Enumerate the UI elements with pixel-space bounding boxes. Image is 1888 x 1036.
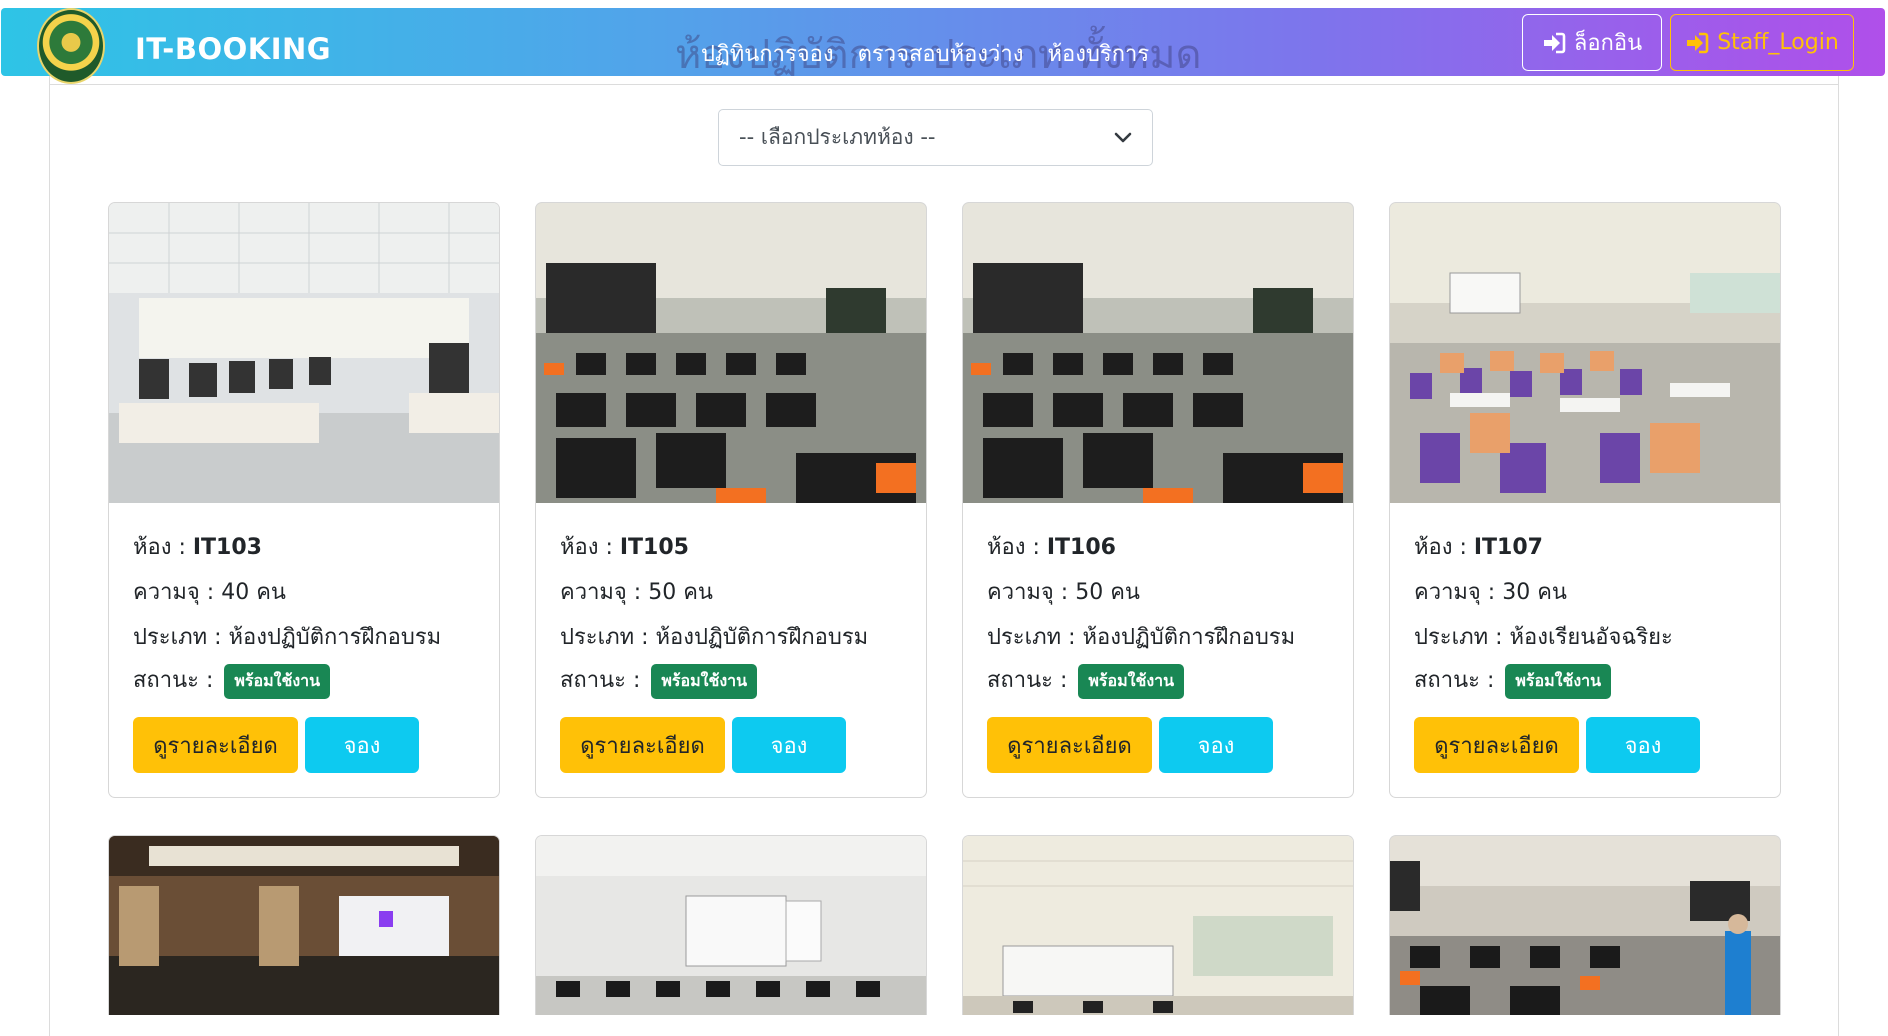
type-value: ห้องปฏิบัติการฝึกอบรม — [1082, 625, 1296, 650]
status-badge: พร้อมใช้งาน — [1078, 663, 1185, 699]
room-card — [108, 835, 500, 1015]
room-type: ประเภท : ห้องปฏิบัติการฝึกอบรม — [987, 619, 1295, 654]
capacity-label: ความจุ : — [987, 580, 1076, 605]
staff-login-label: Staff_Login — [1717, 30, 1839, 55]
login-label: ล็อกอิน — [1573, 31, 1643, 56]
room-status: สถานะ : พร้อมใช้งาน — [1414, 662, 1612, 699]
type-label: ประเภท : — [560, 625, 656, 650]
capacity-value: 40 คน — [221, 580, 286, 605]
room-photo — [1390, 203, 1780, 503]
sign-in-icon — [1543, 32, 1566, 53]
capacity-value: 50 คน — [1075, 580, 1140, 605]
book-button[interactable]: จอง — [305, 717, 419, 773]
capacity-label: ความจุ : — [1414, 580, 1503, 605]
room-type: ประเภท : ห้องปฏิบัติการฝึกอบรม — [560, 619, 868, 654]
room-card — [1389, 835, 1781, 1015]
status-label: สถานะ : — [987, 668, 1075, 693]
chevron-down-icon — [1114, 132, 1132, 142]
status-label: สถานะ : — [1414, 668, 1502, 693]
divider — [49, 84, 1839, 85]
capacity-label: ความจุ : — [560, 580, 649, 605]
type-value: ห้องเรียนอัจฉริยะ — [1509, 625, 1673, 650]
book-button[interactable]: จอง — [1586, 717, 1700, 773]
sign-in-icon — [1687, 32, 1709, 53]
room-value: IT103 — [192, 535, 262, 560]
room-photo — [963, 836, 1353, 1015]
room-card: ห้อง : IT103 ความจุ : 40 คน ประเภท : ห้อ… — [108, 202, 500, 798]
room-value: IT107 — [1473, 535, 1543, 560]
room-photo — [1390, 836, 1780, 1015]
status-label: สถานะ : — [560, 668, 648, 693]
status-badge: พร้อมใช้งาน — [1505, 663, 1612, 699]
room-label: ห้อง : — [1414, 535, 1474, 560]
room-value: IT106 — [1046, 535, 1116, 560]
room-name: ห้อง : IT107 — [1414, 529, 1543, 564]
type-label: ประเภท : — [133, 625, 229, 650]
type-label: ประเภท : — [1414, 625, 1510, 650]
room-name: ห้อง : IT106 — [987, 529, 1116, 564]
staff-login-button[interactable]: Staff_Login — [1670, 14, 1854, 71]
view-details-button[interactable]: ดูรายละเอียด — [1414, 717, 1579, 773]
room-type: ประเภท : ห้องปฏิบัติการฝึกอบรม — [133, 619, 441, 654]
type-value: ห้องปฏิบัติการฝึกอบรม — [228, 625, 442, 650]
room-capacity: ความจุ : 50 คน — [987, 574, 1140, 609]
status-badge: พร้อมใช้งาน — [224, 663, 331, 699]
view-details-button[interactable]: ดูรายละเอียด — [987, 717, 1152, 773]
room-label: ห้อง : — [987, 535, 1047, 560]
room-type-select[interactable]: -- เลือกประเภทห้อง -- — [718, 109, 1153, 166]
room-status: สถานะ : พร้อมใช้งาน — [133, 662, 331, 699]
room-label: ห้อง : — [560, 535, 620, 560]
room-photo — [536, 836, 926, 1015]
view-details-button[interactable]: ดูรายละเอียด — [133, 717, 298, 773]
room-name: ห้อง : IT103 — [133, 529, 262, 564]
room-card — [962, 835, 1354, 1015]
login-button[interactable]: ล็อกอิน — [1522, 14, 1662, 71]
room-photo — [109, 836, 499, 1015]
room-status: สถานะ : พร้อมใช้งาน — [987, 662, 1185, 699]
book-button[interactable]: จอง — [1159, 717, 1273, 773]
room-photo — [963, 203, 1353, 503]
room-photo — [109, 203, 499, 503]
room-type: ประเภท : ห้องเรียนอัจฉริยะ — [1414, 619, 1673, 654]
top-navbar: IT-BOOKING ห้องปฏิบัติการ ประเภท ทั้งหมด… — [1, 8, 1885, 84]
capacity-value: 30 คน — [1502, 580, 1567, 605]
nav-links: ปฏิทินการจอง ตรวจสอบห้องว่าง ห้องบริการ — [701, 36, 1149, 71]
status-badge: พร้อมใช้งาน — [651, 663, 758, 699]
book-button[interactable]: จอง — [732, 717, 846, 773]
type-label: ประเภท : — [987, 625, 1083, 650]
room-capacity: ความจุ : 40 คน — [133, 574, 286, 609]
view-details-button[interactable]: ดูรายละเอียด — [560, 717, 725, 773]
brand-title[interactable]: IT-BOOKING — [135, 32, 331, 66]
type-value: ห้องปฏิบัติการฝึกอบรม — [655, 625, 869, 650]
capacity-value: 50 คน — [648, 580, 713, 605]
room-card: ห้อง : IT106 ความจุ : 50 คน ประเภท : ห้อ… — [962, 202, 1354, 798]
room-capacity: ความจุ : 30 คน — [1414, 574, 1567, 609]
room-status: สถานะ : พร้อมใช้งาน — [560, 662, 758, 699]
nav-link-service-rooms[interactable]: ห้องบริการ — [1047, 36, 1149, 71]
nav-link-check-availability[interactable]: ตรวจสอบห้องว่าง — [858, 36, 1024, 71]
room-name: ห้อง : IT105 — [560, 529, 689, 564]
room-photo — [536, 203, 926, 503]
room-type-select-value: -- เลือกประเภทห้อง -- — [739, 125, 936, 149]
status-label: สถานะ : — [133, 668, 221, 693]
room-card: ห้อง : IT105 ความจุ : 50 คน ประเภท : ห้อ… — [535, 202, 927, 798]
room-card — [535, 835, 927, 1015]
nav-link-booking-calendar[interactable]: ปฏิทินการจอง — [701, 36, 834, 71]
room-value: IT105 — [619, 535, 689, 560]
room-capacity: ความจุ : 50 คน — [560, 574, 713, 609]
room-label: ห้อง : — [133, 535, 193, 560]
room-card: ห้อง : IT107 ความจุ : 30 คน ประเภท : ห้อ… — [1389, 202, 1781, 798]
university-logo — [37, 8, 105, 84]
capacity-label: ความจุ : — [133, 580, 222, 605]
